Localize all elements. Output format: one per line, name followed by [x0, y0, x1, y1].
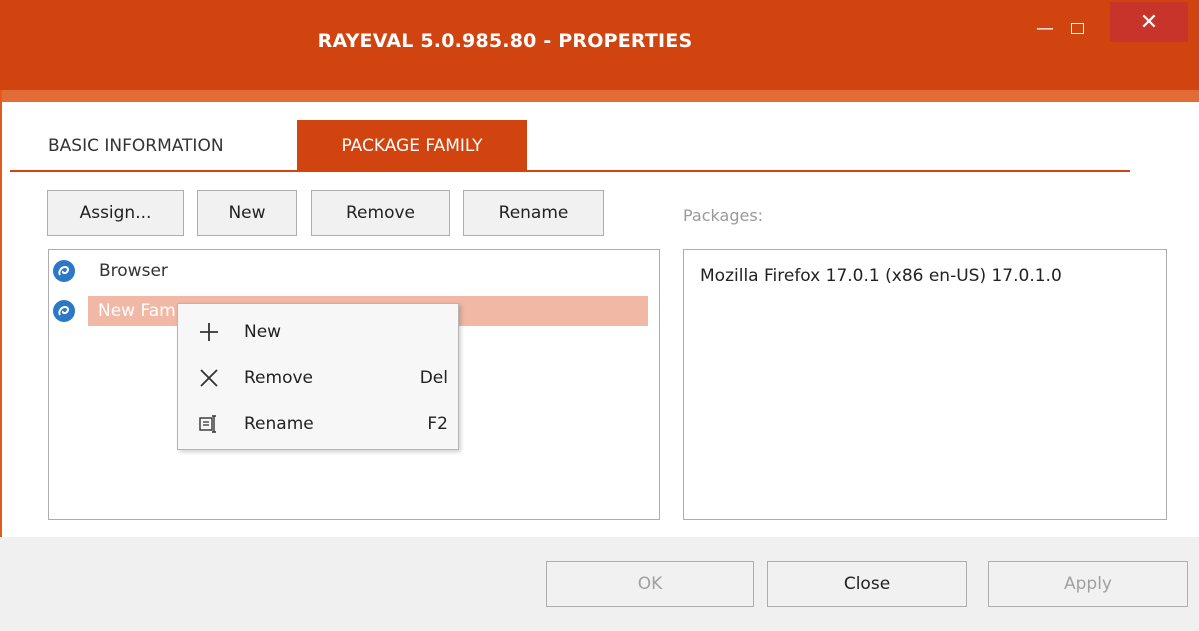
close-button[interactable]: Close: [767, 561, 967, 607]
rename-icon: [196, 411, 222, 437]
title-bar-accent-strip: [0, 90, 1199, 102]
packages-label: Packages:: [683, 206, 764, 225]
context-menu-item-remove[interactable]: Remove Del: [178, 356, 458, 400]
tab-package-family[interactable]: PACKAGE FAMILY: [297, 120, 527, 172]
context-menu: New Remove Del Rename F2: [177, 303, 459, 450]
tab-underline: [10, 170, 1130, 172]
context-menu-label: New: [244, 322, 282, 342]
list-item-label: Browser: [99, 261, 168, 281]
close-window-button[interactable]: ✕: [1110, 2, 1188, 42]
context-menu-item-new[interactable]: New: [178, 310, 458, 354]
minimize-button[interactable]: —: [1030, 8, 1060, 48]
packages-list[interactable]: Mozilla Firefox 17.0.1 (x86 en-US) 17.0.…: [683, 249, 1167, 520]
context-menu-item-rename[interactable]: Rename F2: [178, 402, 458, 446]
footer-bar: OK Close Apply: [0, 537, 1199, 631]
context-menu-shortcut: Del: [419, 368, 448, 388]
list-item[interactable]: Browser: [49, 252, 659, 290]
plus-icon: [196, 319, 222, 345]
package-item[interactable]: Mozilla Firefox 17.0.1 (x86 en-US) 17.0.…: [700, 266, 1062, 286]
x-icon: [196, 365, 222, 391]
rename-button[interactable]: Rename: [463, 190, 604, 236]
maximize-icon: [1070, 22, 1084, 34]
family-icon: [53, 260, 75, 282]
context-menu-shortcut: F2: [427, 414, 448, 434]
assign-button[interactable]: Assign...: [47, 190, 184, 236]
remove-button[interactable]: Remove: [311, 190, 450, 236]
family-icon: [53, 300, 75, 322]
new-button[interactable]: New: [197, 190, 297, 236]
ok-button[interactable]: OK: [546, 561, 754, 607]
context-menu-label: Remove: [244, 368, 313, 388]
properties-window: RAYEVAL 5.0.985.80 - PROPERTIES — ✕ BASI…: [0, 0, 1199, 631]
maximize-button[interactable]: [1060, 8, 1094, 48]
tab-basic-information[interactable]: BASIC INFORMATION: [48, 120, 298, 172]
window-title: RAYEVAL 5.0.985.80 - PROPERTIES: [317, 30, 693, 52]
context-menu-label: Rename: [244, 414, 314, 434]
apply-button[interactable]: Apply: [988, 561, 1188, 607]
title-bar: RAYEVAL 5.0.985.80 - PROPERTIES — ✕: [0, 0, 1199, 102]
